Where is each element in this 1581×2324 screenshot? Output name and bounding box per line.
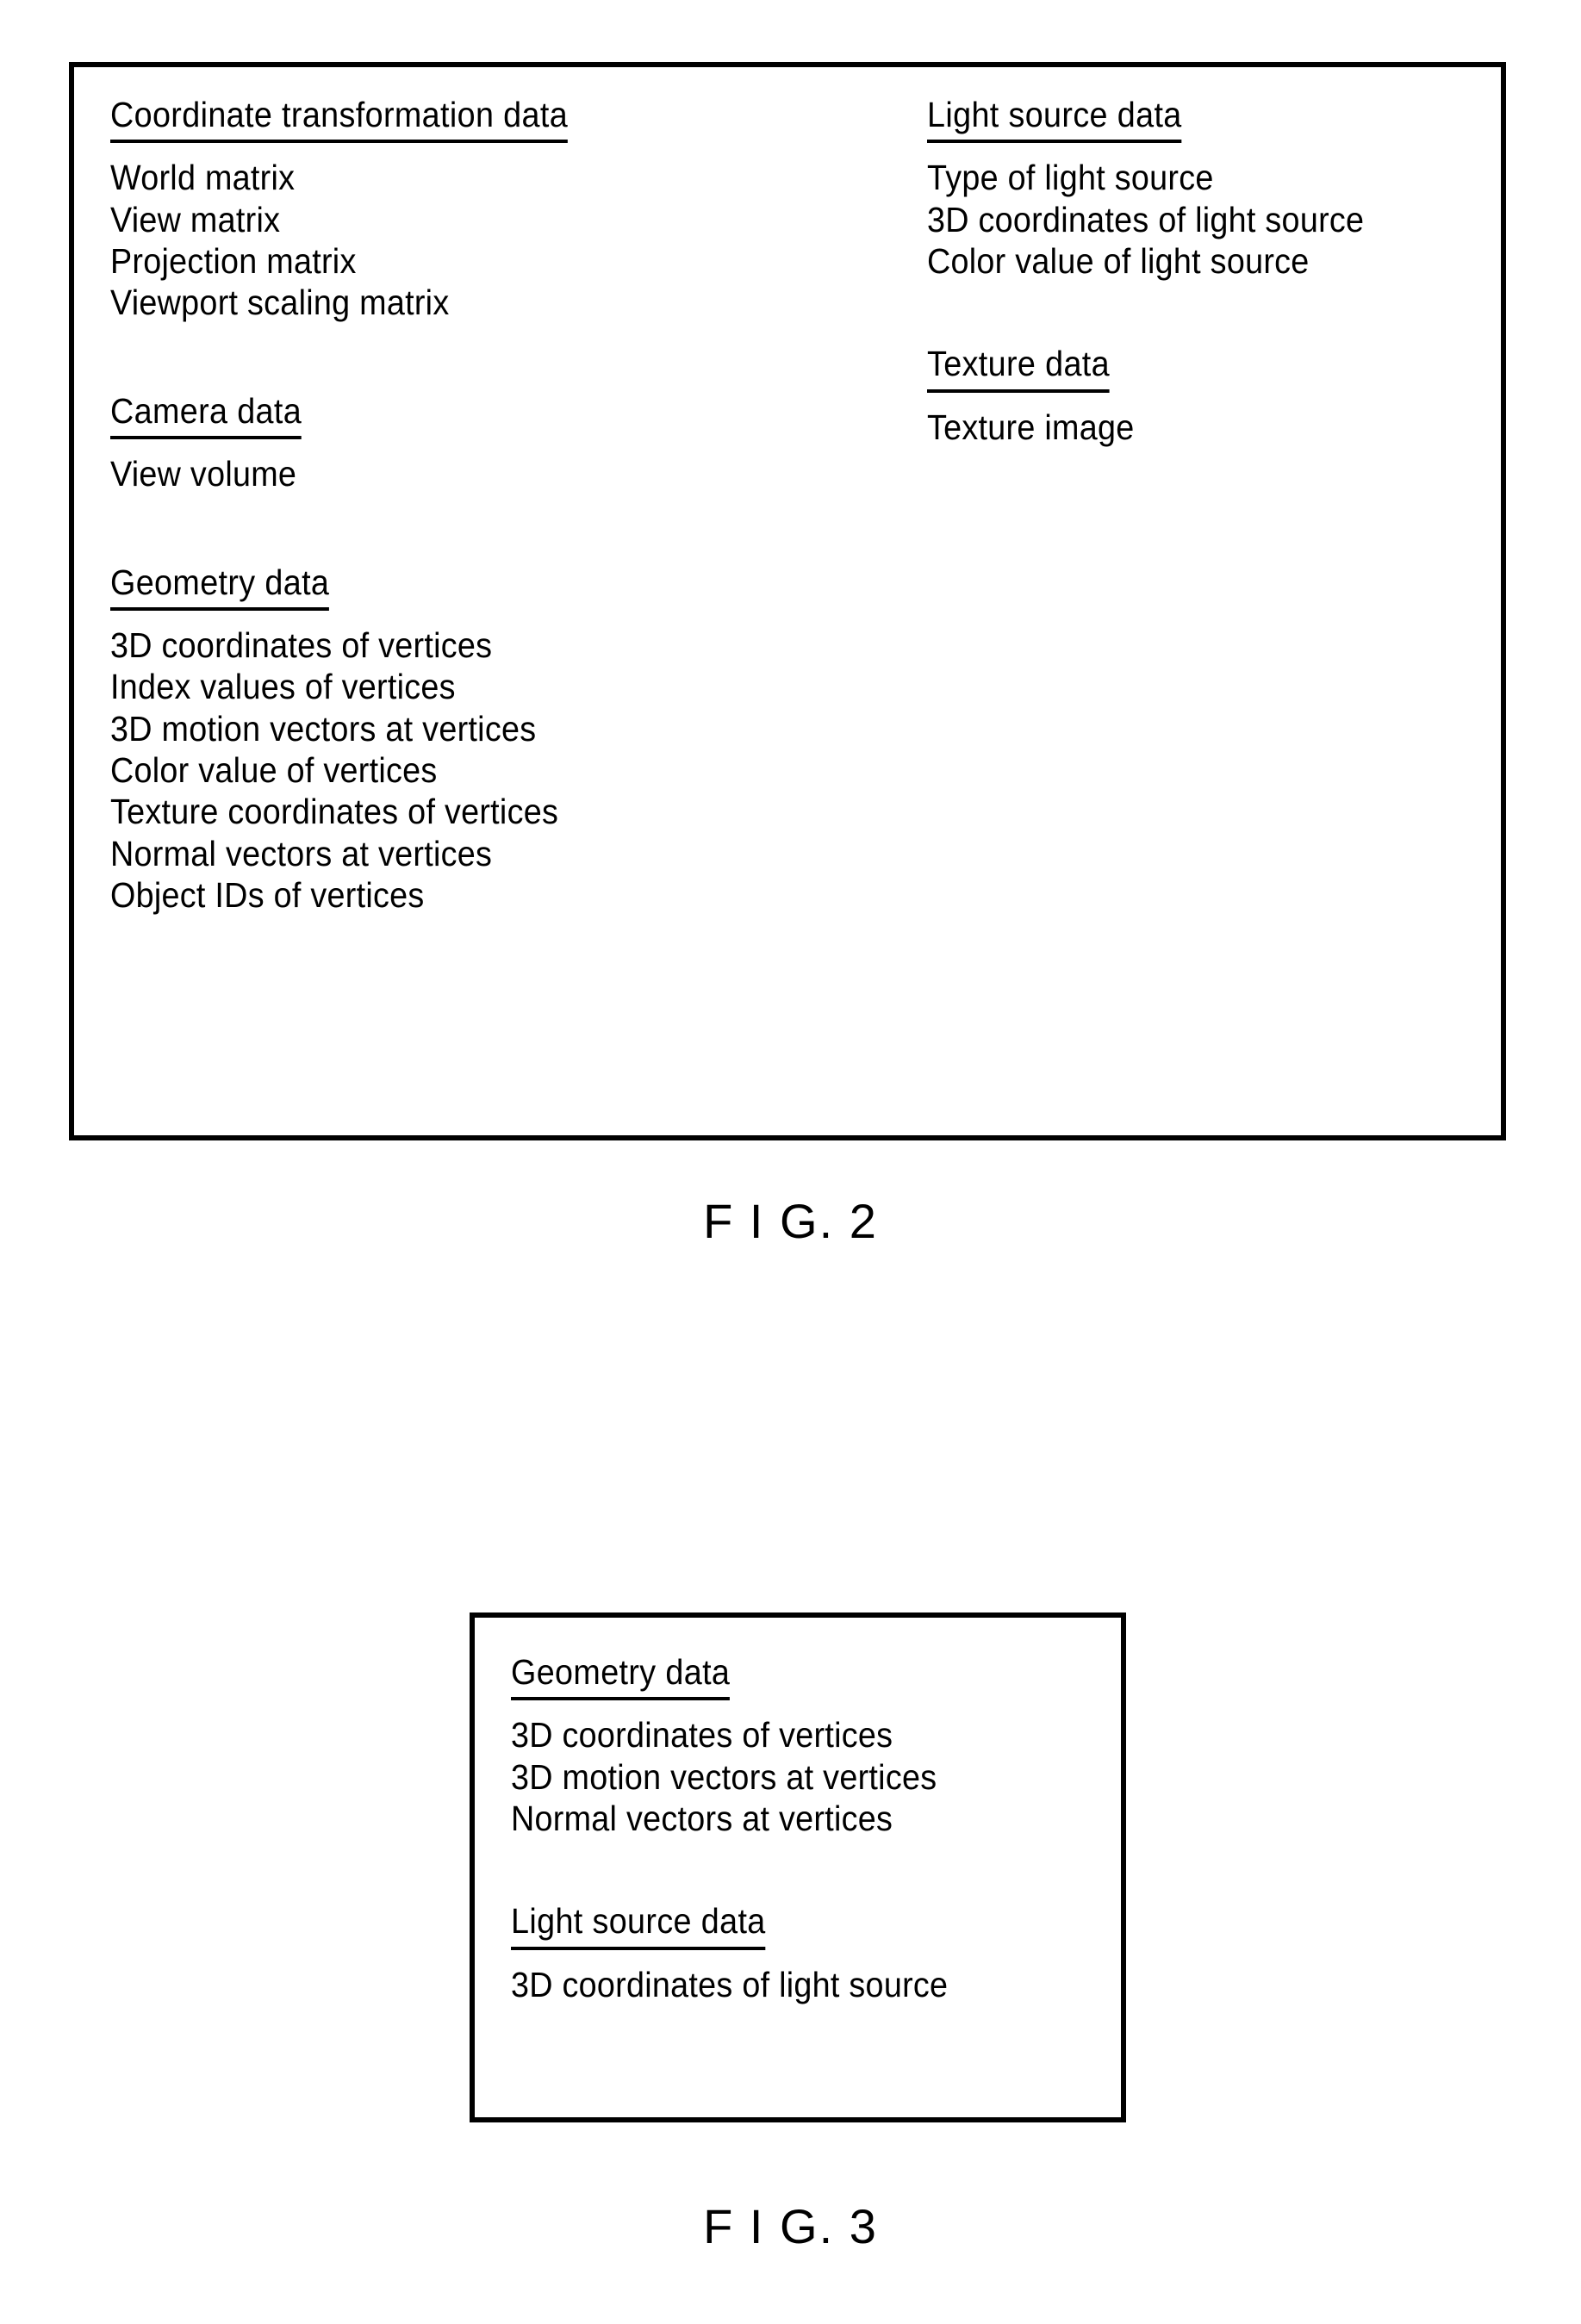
figure-3-box: Geometry data 3D coordinates of vertices…	[470, 1613, 1126, 2122]
block-heading-light-source: Light source data	[927, 95, 1182, 144]
list-item: Index values of vertices	[110, 667, 456, 707]
block-heading-geometry: Geometry data	[110, 562, 330, 611]
block-items-geometry: 3D coordinates of vertices 3D motion vec…	[511, 1714, 1105, 1839]
list-item: Object IDs of vertices	[110, 875, 425, 916]
figure-3-caption: F I G. 3	[703, 2199, 878, 2253]
list-item: Texture coordinates of vertices	[110, 792, 559, 832]
list-item: 3D motion vectors at vertices	[511, 1756, 937, 1797]
list-item: 3D coordinates of light source	[511, 1964, 949, 2004]
list-item: Type of light source	[927, 158, 1214, 198]
list-item: World matrix	[110, 158, 296, 198]
block-heading-coordinate-transformation: Coordinate transformation data	[110, 95, 569, 144]
list-item: Normal vectors at vertices	[511, 1799, 893, 1839]
list-item: Projection matrix	[110, 241, 357, 282]
list-item: 3D coordinates of vertices	[110, 624, 493, 665]
list-item: Color value of vertices	[110, 749, 438, 790]
data-block-coordinate-transformation: Coordinate transformation data World mat…	[110, 95, 800, 324]
block-items-coordinate-transformation: World matrix View matrix Projection matr…	[110, 157, 800, 324]
data-block-texture: Texture data Texture image	[927, 344, 1478, 448]
list-item: Texture image	[927, 407, 1135, 447]
block-items-geometry: 3D coordinates of vertices Index values …	[110, 624, 800, 917]
block-items-light-source: 3D coordinates of light source	[511, 1964, 1105, 2005]
list-item: 3D coordinates of light source	[927, 199, 1365, 239]
data-block-light-source: Light source data 3D coordinates of ligh…	[511, 1901, 1105, 2005]
list-item: 3D motion vectors at vertices	[110, 708, 537, 749]
list-item: Normal vectors at vertices	[110, 833, 493, 873]
list-item: 3D coordinates of vertices	[511, 1715, 893, 1755]
list-item: View matrix	[110, 199, 281, 239]
block-heading-texture: Texture data	[927, 344, 1111, 393]
data-block-camera: Camera data View volume	[110, 391, 800, 495]
block-items-light-source: Type of light source 3D coordinates of l…	[927, 157, 1478, 282]
block-items-texture: Texture image	[927, 407, 1478, 448]
block-heading-geometry: Geometry data	[511, 1652, 731, 1701]
figure-2-caption: F I G. 2	[703, 1194, 878, 1248]
list-item: View volume	[110, 454, 297, 494]
list-item: Color value of light source	[927, 241, 1310, 282]
data-block-geometry: Geometry data 3D coordinates of vertices…	[511, 1652, 1105, 1839]
block-heading-light-source: Light source data	[511, 1901, 766, 1950]
figure-3-content: Geometry data 3D coordinates of vertices…	[511, 1652, 1105, 2005]
figure-2-box: Coordinate transformation data World mat…	[69, 62, 1506, 1140]
block-heading-camera: Camera data	[110, 391, 302, 440]
figure-2-left-column: Coordinate transformation data World mat…	[110, 95, 800, 916]
figure-2-right-column: Light source data Type of light source 3…	[927, 95, 1478, 448]
block-items-camera: View volume	[110, 453, 800, 494]
data-block-light-source: Light source data Type of light source 3…	[927, 95, 1478, 282]
list-item: Viewport scaling matrix	[110, 283, 450, 323]
data-block-geometry: Geometry data 3D coordinates of vertices…	[110, 562, 800, 917]
